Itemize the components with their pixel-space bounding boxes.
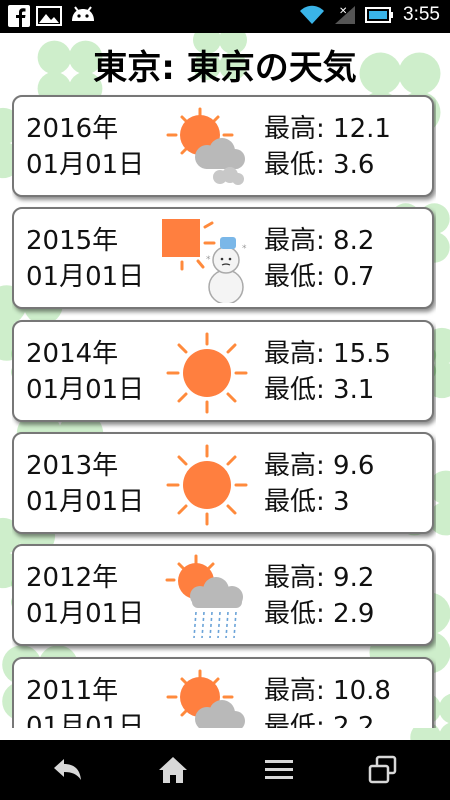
high-temp: 8.2 [333,226,375,256]
high-temp: 9.2 [333,563,375,593]
battery-icon [365,7,394,23]
low-label: 最低: [264,150,325,180]
recent-apps-icon[interactable] [366,754,400,786]
year-label: 2013年 [26,451,119,481]
sun-icon [166,444,248,526]
temperature-block: 最高: 9.2 最低: 2.9 [264,560,374,632]
status-bar: ✕ 3:55 [0,0,450,33]
high-temp: 15.5 [333,339,391,369]
weather-card[interactable]: 2011年 01月01日 最高: 10.8 最低: 2.2 [12,657,434,728]
weather-history-list[interactable]: 2016年 01月01日 最高: 12.1 最低: 3.6 2015年 01月0… [12,93,436,728]
low-temp: 2.2 [333,712,375,728]
temperature-block: 最高: 8.2 最低: 0.7 [264,223,374,295]
high-label: 最高: [264,339,325,369]
high-label: 最高: [264,563,325,593]
year-label: 2012年 [26,563,119,593]
high-label: 最高: [264,676,325,706]
year-label: 2014年 [26,339,119,369]
day-label: 01月01日 [26,375,145,405]
facebook-icon [8,5,30,27]
date-label: 2014年 01月01日 [26,336,144,408]
sun-cloudy-icon [166,107,245,185]
date-label: 2016年 01月01日 [26,111,144,183]
svg-text:*: * [206,255,211,265]
sun-icon [166,332,248,414]
high-label: 最高: [264,114,325,144]
low-label: 最低: [264,375,325,405]
low-label: 最低: [264,487,325,517]
weather-card[interactable]: 2016年 01月01日 最高: 12.1 最低: 3.6 [12,95,434,197]
low-label: 最低: [264,599,325,629]
temperature-block: 最高: 10.8 最低: 2.2 [264,673,391,728]
day-label: 01月01日 [26,712,145,728]
date-label: 2013年 01月01日 [26,448,144,520]
temperature-block: 最高: 12.1 最低: 3.6 [264,111,391,183]
low-temp: 3.1 [333,375,375,405]
back-icon[interactable] [50,754,84,786]
wifi-icon [300,5,325,24]
temperature-block: 最高: 9.6 最低: 3 [264,448,374,520]
date-label: 2015年 01月01日 [26,223,144,295]
date-label: 2012年 01月01日 [26,560,144,632]
low-label: 最低: [264,712,325,728]
high-temp: 12.1 [333,114,391,144]
weather-card[interactable]: 2015年 01月01日 * * 最高: 8.2 最低: 0.7 [12,207,434,309]
day-label: 01月01日 [26,262,145,292]
svg-text:✕: ✕ [339,6,347,17]
high-temp: 9.6 [333,451,375,481]
low-temp: 2.9 [333,599,375,629]
sun-rain-icon [165,554,243,639]
menu-icon[interactable] [262,754,296,786]
day-label: 01月01日 [26,599,145,629]
low-label: 最低: [264,262,325,292]
gallery-icon [36,6,62,26]
page-title: 東京: 東京の天気 [93,48,357,88]
year-label: 2016年 [26,114,119,144]
signal-icon: ✕ [335,6,356,24]
sun-snow-icon: * * [162,219,247,303]
year-label: 2011年 [26,676,119,706]
day-label: 01月01日 [26,487,145,517]
clock-time: 3:55 [403,4,440,25]
navigation-bar [0,740,450,800]
year-label: 2015年 [26,226,119,256]
sun-cloudy-icon [166,669,245,728]
home-icon[interactable] [156,754,190,786]
svg-text:*: * [242,244,247,254]
low-temp: 0.7 [333,262,375,292]
high-label: 最高: [264,226,325,256]
high-temp: 10.8 [333,676,391,706]
day-label: 01月01日 [26,150,145,180]
low-temp: 3.6 [333,150,375,180]
weather-card[interactable]: 2012年 01月01日 最高: 9.2 最低: 2.9 [12,544,434,646]
temperature-block: 最高: 15.5 最低: 3.1 [264,336,391,408]
android-icon [72,6,94,21]
high-label: 最高: [264,451,325,481]
date-label: 2011年 01月01日 [26,673,144,728]
low-temp: 3 [333,487,350,517]
weather-card[interactable]: 2013年 01月01日 最高: 9.6 最低: 3 [12,432,434,534]
weather-card[interactable]: 2014年 01月01日 最高: 15.5 最低: 3.1 [12,320,434,422]
